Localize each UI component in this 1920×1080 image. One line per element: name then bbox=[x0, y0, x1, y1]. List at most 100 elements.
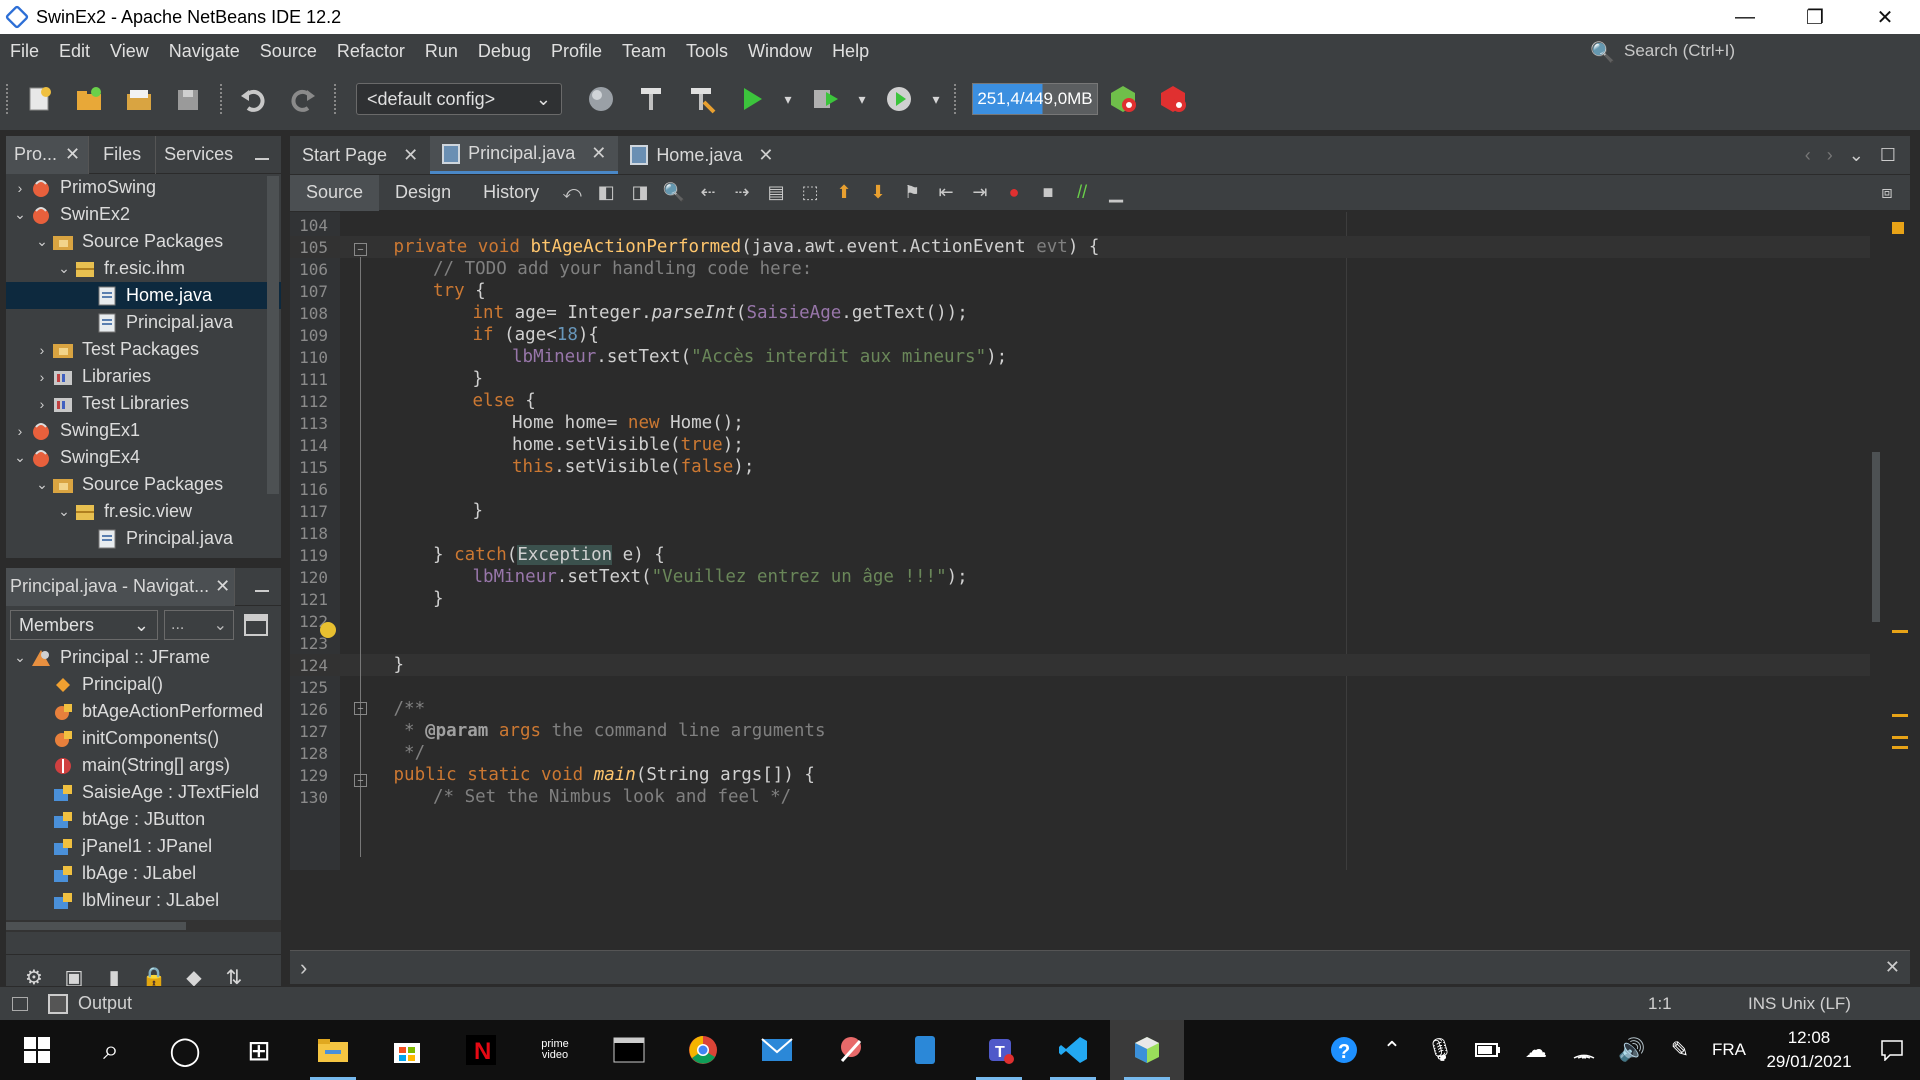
help-icon[interactable]: ? bbox=[1320, 1020, 1368, 1080]
file-explorer-icon[interactable] bbox=[296, 1020, 370, 1080]
battery-icon[interactable] bbox=[1464, 1020, 1512, 1080]
tree-item[interactable]: ⌄ fr.esic.ihm bbox=[6, 255, 281, 282]
filter-dropdown[interactable]: ... ⌄ bbox=[164, 610, 234, 640]
menu-profile[interactable]: Profile bbox=[541, 41, 612, 62]
wifi-icon[interactable] bbox=[1560, 1020, 1608, 1080]
stop-macro-icon[interactable]: ■ bbox=[1035, 180, 1061, 206]
tab-history[interactable]: History bbox=[467, 175, 555, 211]
windows-start-icon[interactable] bbox=[0, 1020, 74, 1080]
store-icon[interactable] bbox=[370, 1020, 444, 1080]
redo-icon[interactable] bbox=[284, 80, 322, 118]
code-line[interactable]: 119} catch(Exception e) { bbox=[290, 544, 1880, 566]
code-line[interactable]: 129 public static void main(String args[]… bbox=[290, 764, 1880, 786]
netflix-icon[interactable]: N bbox=[444, 1020, 518, 1080]
restore-button[interactable]: ❐ bbox=[1780, 0, 1850, 34]
code-line[interactable]: 108 int age= Integer.parseInt(SaisieAge.g… bbox=[290, 302, 1880, 324]
tree-item[interactable]: btAge : JButton bbox=[6, 806, 281, 833]
chevron-right-icon[interactable]: › bbox=[10, 423, 30, 439]
code-line[interactable]: 128 */ bbox=[290, 742, 1880, 764]
code-line[interactable]: 123 bbox=[290, 632, 1880, 654]
chevron-down-icon[interactable]: ⌄ bbox=[10, 649, 30, 666]
restore-window-icon[interactable] bbox=[12, 996, 28, 1011]
close-icon[interactable]: ✕ bbox=[403, 145, 418, 166]
tree-item[interactable]: › Test Libraries bbox=[6, 390, 281, 417]
tree-item[interactable]: › SwingEx1 bbox=[6, 417, 281, 444]
chevron-down-icon[interactable]: ⌄ bbox=[32, 476, 52, 493]
tree-item[interactable]: main(String[] args) bbox=[6, 752, 281, 779]
shift-left-icon[interactable]: ⇤ bbox=[933, 180, 959, 206]
tree-item[interactable]: › Libraries bbox=[6, 363, 281, 390]
chevron-down-icon[interactable]: ▾ bbox=[856, 80, 868, 118]
back-icon[interactable]: ◧ bbox=[593, 180, 619, 206]
toggle-highlight-icon[interactable]: ▤ bbox=[763, 180, 789, 206]
memory-usage-bar[interactable]: 251,4/449,0MB bbox=[972, 83, 1098, 115]
debug-icon[interactable] bbox=[806, 80, 844, 118]
chevron-right-icon[interactable]: › bbox=[10, 180, 30, 196]
fold-toggle[interactable]: − bbox=[354, 702, 367, 715]
close-icon[interactable]: ✕ bbox=[1885, 957, 1900, 978]
code-line[interactable]: 122 bbox=[290, 610, 1880, 632]
minimize-panel-icon[interactable] bbox=[255, 150, 269, 160]
tree-item[interactable]: btAgeActionPerformed bbox=[6, 698, 281, 725]
editor-tab[interactable]: Principal.java ✕ bbox=[430, 136, 619, 174]
new-file-icon[interactable] bbox=[20, 80, 58, 118]
code-line[interactable]: 115 this.setVisible(false); bbox=[290, 456, 1880, 478]
navigator-options-icon[interactable] bbox=[242, 611, 270, 639]
terminal-icon[interactable] bbox=[592, 1020, 666, 1080]
close-icon[interactable]: ✕ bbox=[65, 144, 80, 165]
members-dropdown[interactable]: Members ⌄ bbox=[10, 610, 158, 640]
menu-debug[interactable]: Debug bbox=[468, 41, 541, 62]
tab-design[interactable]: Design bbox=[379, 175, 467, 211]
chevron-down-icon[interactable]: ⌄ bbox=[1849, 145, 1864, 166]
netbeans-icon[interactable] bbox=[1110, 1020, 1184, 1080]
code-line[interactable]: 116 bbox=[290, 478, 1880, 500]
tree-item[interactable]: initComponents() bbox=[6, 725, 281, 752]
tree-item[interactable]: ⌄ fr.esic.view bbox=[6, 498, 281, 525]
next-bookmark-icon[interactable]: ⬇ bbox=[865, 180, 891, 206]
chevron-left-icon[interactable]: ‹ bbox=[1805, 145, 1811, 166]
menu-refactor[interactable]: Refactor bbox=[327, 41, 415, 62]
output-label[interactable]: Output bbox=[78, 993, 132, 1014]
shift-right-icon[interactable]: ⇥ bbox=[967, 180, 993, 206]
prev-bookmark-icon[interactable]: ⬆ bbox=[831, 180, 857, 206]
onedrive-icon[interactable]: ☁ bbox=[1512, 1020, 1560, 1080]
prime-video-icon[interactable]: prime video bbox=[518, 1020, 592, 1080]
menu-tools[interactable]: Tools bbox=[676, 41, 738, 62]
code-editor[interactable]: 104 105 private void btAgeActionPerformed(… bbox=[290, 212, 1910, 870]
language-indicator[interactable]: FRA bbox=[1704, 1040, 1754, 1060]
tree-item[interactable]: ⌄ Principal :: JFrame bbox=[6, 644, 281, 671]
code-line[interactable]: 125 bbox=[290, 676, 1880, 698]
code-line[interactable]: 107 try { bbox=[290, 280, 1880, 302]
code-line[interactable]: 130 /* Set the Nimbus look and feel */ bbox=[290, 786, 1880, 808]
chevron-down-icon[interactable]: ▾ bbox=[782, 80, 794, 118]
editor-tab[interactable]: Home.java ✕ bbox=[618, 136, 785, 174]
code-line[interactable]: 105 private void btAgeActionPerformed(jav… bbox=[290, 236, 1880, 258]
gc-icon[interactable] bbox=[1104, 80, 1142, 118]
cortana-icon[interactable]: ◯ bbox=[148, 1020, 222, 1080]
tree-item[interactable]: ⌄ Source Packages bbox=[6, 228, 281, 255]
notifications-icon[interactable] bbox=[1864, 1020, 1920, 1080]
phone-icon[interactable] bbox=[888, 1020, 962, 1080]
code-line[interactable]: 114 home.setVisible(true); bbox=[290, 434, 1880, 456]
chevron-down-icon[interactable]: ⌄ bbox=[10, 206, 30, 223]
tab-services[interactable]: Services bbox=[156, 136, 241, 174]
code-line[interactable]: 117} bbox=[290, 500, 1880, 522]
minimize-panel-icon[interactable] bbox=[255, 582, 269, 592]
tab-source[interactable]: Source bbox=[290, 174, 380, 211]
code-line[interactable]: 110 lbMineur.setText("Accès interdit aux … bbox=[290, 346, 1880, 368]
chevron-right-icon[interactable]: › bbox=[32, 396, 52, 412]
code-line[interactable]: 104 bbox=[290, 214, 1880, 236]
tree-item[interactable]: Home.java bbox=[6, 282, 281, 309]
chevron-right-icon[interactable]: › bbox=[32, 369, 52, 385]
close-icon[interactable]: ✕ bbox=[758, 145, 773, 166]
tree-item[interactable]: jPanel1 : JPanel bbox=[6, 833, 281, 860]
find-next-icon[interactable]: ⇢ bbox=[729, 180, 755, 206]
close-project-icon[interactable] bbox=[170, 80, 208, 118]
tree-item[interactable]: › Test Packages bbox=[6, 336, 281, 363]
undo-icon[interactable] bbox=[234, 80, 272, 118]
last-edit-icon[interactable]: ⤺ bbox=[559, 180, 585, 206]
tree-item[interactable]: ⌄ SwingEx4 bbox=[6, 444, 281, 471]
rect-select-icon[interactable]: ⬚ bbox=[797, 180, 823, 206]
quick-search[interactable]: 🔍 Search (Ctrl+I) bbox=[1590, 36, 1920, 66]
tree-item[interactable]: › PrimoSwing bbox=[6, 174, 281, 201]
